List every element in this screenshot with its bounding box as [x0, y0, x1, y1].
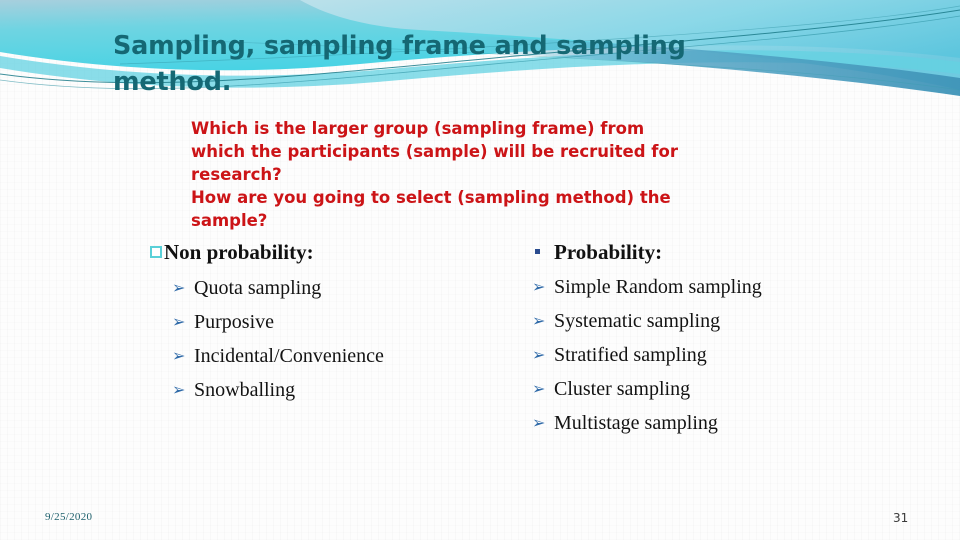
arrow-bullet-icon: ➢ — [172, 346, 186, 365]
question-line: How are you going to select (sampling me… — [191, 188, 671, 207]
list-item-label: Systematic sampling — [554, 310, 721, 332]
list-item: ➢ Multistage sampling — [532, 409, 858, 437]
probability-heading-label: Probability: — [554, 240, 663, 264]
list-item: ➢ Simple Random sampling — [532, 273, 858, 301]
list-item-label: Stratified sampling — [554, 344, 707, 366]
list-item-label: Simple Random sampling — [554, 276, 762, 298]
hollow-square-bullet-icon — [150, 246, 162, 258]
list-item: ➢ Stratified sampling — [532, 341, 858, 369]
arrow-bullet-icon: ➢ — [532, 345, 546, 364]
arrow-bullet-icon: ➢ — [532, 277, 546, 296]
non-probability-heading-label: Non probability: — [164, 240, 314, 264]
arrow-bullet-icon: ➢ — [532, 413, 546, 432]
slide-canvas: Sampling, sampling frame and sampling me… — [0, 0, 960, 540]
non-probability-heading: Non probability: — [150, 237, 500, 267]
question-block: Which is the larger group (sampling fram… — [191, 117, 791, 232]
probability-list: ➢ Simple Random sampling ➢ Systematic sa… — [532, 273, 858, 437]
footer-page-number: 31 — [893, 511, 909, 525]
question-line: research? — [191, 165, 282, 184]
arrow-bullet-icon: ➢ — [172, 380, 186, 399]
probability-column: Probability: ➢ Simple Random sampling ➢ … — [528, 237, 858, 437]
slide-title-text: Sampling, sampling frame and sampling me… — [113, 31, 686, 97]
list-item-label: Incidental/Convenience — [194, 345, 384, 367]
list-item: ➢ Quota sampling — [172, 274, 500, 302]
arrow-bullet-icon: ➢ — [172, 278, 186, 297]
list-item-label: Purposive — [194, 311, 274, 333]
list-item-label: Cluster sampling — [554, 378, 691, 400]
slide-title-period: . — [221, 67, 232, 97]
arrow-bullet-icon: ➢ — [532, 379, 546, 398]
list-item: ➢ Cluster sampling — [532, 375, 858, 403]
small-dot-bullet-icon — [535, 249, 540, 254]
footer-date: 9/25/2020 — [45, 511, 93, 523]
list-item-label: Multistage sampling — [554, 412, 718, 434]
list-item: ➢ Incidental/Convenience — [172, 342, 500, 370]
list-item-label: Snowballing — [194, 379, 296, 401]
question-line: which the participants (sample) will be … — [191, 142, 678, 161]
question-line: sample? — [191, 211, 268, 230]
question-line: Which is the larger group (sampling fram… — [191, 119, 645, 138]
slide-title: Sampling, sampling frame and sampling me… — [113, 28, 753, 100]
list-item: ➢ Purposive — [172, 308, 500, 336]
non-probability-list: ➢ Quota sampling ➢ Purposive ➢ Incidenta… — [172, 274, 500, 404]
list-item-label: Quota sampling — [194, 277, 322, 299]
arrow-bullet-icon: ➢ — [172, 312, 186, 331]
arrow-bullet-icon: ➢ — [532, 311, 546, 330]
probability-heading: Probability: — [528, 237, 858, 267]
list-item: ➢ Snowballing — [172, 376, 500, 404]
non-probability-column: Non probability: ➢ Quota sampling ➢ Purp… — [150, 237, 500, 404]
list-item: ➢ Systematic sampling — [532, 307, 858, 335]
